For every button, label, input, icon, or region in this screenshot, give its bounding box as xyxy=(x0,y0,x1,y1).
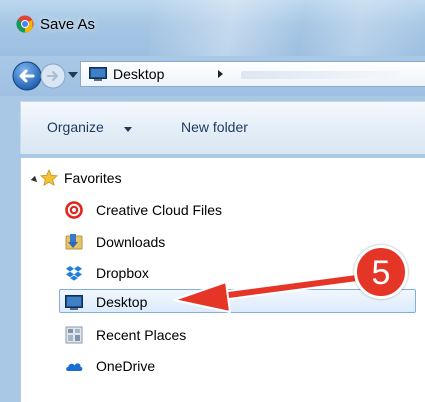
annotation-arrow xyxy=(173,271,377,313)
step-number-badge: 5 xyxy=(354,245,408,299)
step-number: 5 xyxy=(371,254,391,292)
